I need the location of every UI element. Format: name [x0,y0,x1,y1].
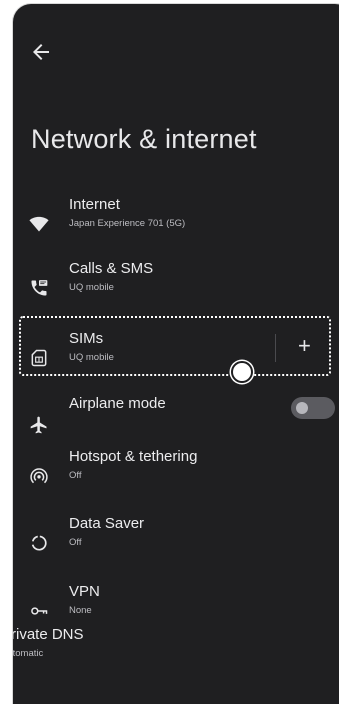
hotspot-subtitle: Off [69,470,82,481]
data-saver-subtitle: Off [69,537,82,548]
toggle-knob [296,402,308,414]
airplane-mode-toggle[interactable] [291,397,335,419]
vpn-key-icon [29,601,49,621]
sims-subtitle: UQ mobile [69,352,114,363]
airplane-mode-item[interactable]: Airplane mode [13,395,339,453]
arrow-back-icon[interactable] [29,40,53,64]
page-title: Network & internet [31,124,257,154]
touch-pointer [231,361,253,383]
sim-card-icon [29,348,49,368]
wifi-icon [29,214,49,234]
hotspot-title: Hotspot & tethering [69,448,198,465]
data-saver-item[interactable]: Data Saver Off [13,515,339,571]
calls-sms-title: Calls & SMS [69,260,154,277]
calls-sms-icon [29,278,49,298]
private-dns-subtitle: Automatic [13,648,44,659]
calls-sms-subtitle: UQ mobile [69,282,114,293]
sims-divider [275,334,276,362]
vpn-title: VPN [69,583,100,600]
calls-sms-item[interactable]: Calls & SMS UQ mobile [13,260,339,316]
hotspot-item[interactable]: Hotspot & tethering Off [13,448,339,504]
vpn-subtitle: None [69,605,92,616]
settings-screen: Network & internet Internet Japan Experi… [13,4,339,704]
private-dns-title: Private DNS [13,626,84,643]
hotspot-icon [29,466,49,486]
airplane-icon [29,415,49,435]
private-dns-item[interactable]: Private DNS Automatic [13,626,84,659]
sims-title: SIMs [69,330,104,347]
internet-item[interactable]: Internet Japan Experience 701 (5G) [13,196,339,252]
data-saver-icon [29,533,49,553]
airplane-mode-title: Airplane mode [69,395,166,412]
internet-title: Internet [69,196,120,213]
data-saver-title: Data Saver [69,515,145,532]
add-sim-button[interactable]: + [298,332,311,360]
internet-subtitle: Japan Experience 701 (5G) [69,218,186,229]
